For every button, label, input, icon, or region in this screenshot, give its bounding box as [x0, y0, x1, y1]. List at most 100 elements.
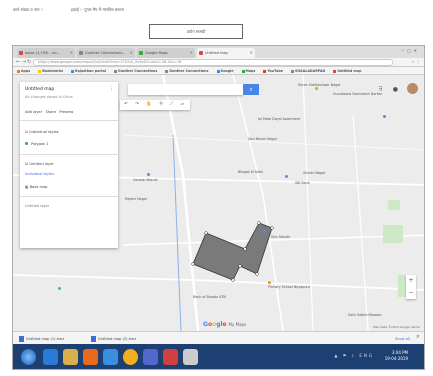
browser-menu-icon[interactable]: ☆ ⋮: [411, 59, 420, 64]
app-icon[interactable]: [183, 349, 198, 365]
screenshot-frame: Inbox (1,199) - nic... × Gunther Connect…: [12, 45, 425, 370]
browser-tab-bar: Inbox (1,199) - nic... × Gunther Connect…: [13, 46, 424, 58]
close-icon[interactable]: ×: [130, 48, 133, 58]
avatar[interactable]: [407, 83, 418, 94]
layer-style-label: Individual styles: [29, 130, 59, 134]
bookmark-item[interactable]: SHAALADARPAN: [291, 69, 325, 73]
show-all-link[interactable]: Show all: [395, 335, 410, 343]
map-label: Ganesh Mandir: [133, 178, 158, 182]
more-options-icon[interactable]: ⋮: [109, 86, 114, 92]
url-field[interactable]: https://www.google.com/maps/d/u/0/edit?m…: [33, 59, 393, 66]
bookmark-item[interactable]: Maps: [241, 69, 256, 73]
layer-item-row[interactable]: Polygon 1: [25, 142, 49, 146]
layer-style-row[interactable]: ☑ Individual styles: [25, 130, 59, 134]
bookmark-label: Maps: [245, 69, 256, 73]
clock-date: 19-04-2019: [384, 356, 408, 361]
bookmark-item[interactable]: Gunther Connections: [114, 69, 157, 73]
drawing-toolbar[interactable]: ↶ ↷ ✋ ⚲ ⟋ ▱: [120, 100, 190, 110]
bookmark-item[interactable]: Gunther Connections: [165, 69, 208, 73]
save-status: All changes saved in Drive: [25, 95, 73, 99]
tab-google-maps[interactable]: Google Maps ×: [137, 48, 195, 58]
page-icon: [165, 69, 169, 73]
bookmark-item[interactable]: Untitled map: [333, 69, 361, 73]
map-label: Primary School Nayapura: [268, 285, 310, 289]
zoom-controls[interactable]: + −: [406, 275, 416, 299]
search-icon[interactable]: ⌕: [243, 84, 259, 95]
individual-styles-link[interactable]: Individual styles: [25, 172, 54, 176]
bookmark-item[interactable]: Rajasthan portal: [71, 69, 106, 73]
bookmarks-bar: Apps Bookmarks Rajasthan portal Gunther …: [13, 67, 424, 75]
bookmark-item[interactable]: YouTube: [263, 69, 283, 73]
close-icon[interactable]: ×: [70, 48, 73, 58]
share-button[interactable]: Share: [46, 110, 56, 114]
my-maps-suffix: My Maps: [228, 322, 247, 327]
excel-icon[interactable]: [103, 349, 118, 365]
start-button-icon[interactable]: [21, 349, 36, 365]
place-marker-icon[interactable]: [383, 115, 386, 118]
bookmark-label: Apps: [21, 69, 31, 73]
apps-grid-icon[interactable]: ⠿ ●: [378, 86, 402, 93]
forward-icon[interactable]: →: [22, 59, 26, 65]
panel-divider: [20, 120, 118, 121]
map-label: Shree Siddheshwar Nagar: [298, 83, 341, 87]
tab-inbox[interactable]: Inbox (1,199) - nic... ×: [17, 48, 75, 58]
preview-button[interactable]: Preview: [59, 110, 73, 114]
zoom-out-icon[interactable]: −: [406, 287, 416, 299]
checkbox-icon[interactable]: ☑: [25, 162, 28, 166]
add-layer-button[interactable]: Add layer: [25, 110, 42, 114]
bookmark-item[interactable]: Google: [216, 69, 233, 73]
checkbox-icon[interactable]: ☑: [25, 130, 28, 134]
language-indicator[interactable]: ENG: [359, 353, 374, 358]
close-icon[interactable]: ×: [190, 48, 193, 58]
map-label: Bank of Baroda ATM: [193, 295, 227, 299]
extra-layer-row[interactable]: Untitled layer: [25, 204, 49, 208]
map-search-input[interactable]: ⌕: [128, 84, 259, 95]
layer-color-icon: [25, 142, 28, 145]
internet-explorer-icon[interactable]: [43, 349, 58, 365]
my-maps-panel: Untitled map ⋮ All changes saved in Driv…: [20, 82, 118, 248]
window-controls[interactable]: ‒▢✕: [401, 48, 420, 53]
second-layer-title[interactable]: ☑ Untitled layer: [25, 162, 54, 166]
reload-icon[interactable]: ↻: [27, 59, 31, 65]
maps-icon: [139, 51, 143, 55]
panel-actions: Add layer Share Preview: [25, 110, 73, 114]
my-maps-icon: [199, 51, 203, 55]
place-marker-icon[interactable]: [268, 281, 271, 284]
place-marker-icon[interactable]: [263, 230, 266, 233]
media-player-icon[interactable]: [83, 349, 98, 365]
place-marker-icon[interactable]: [58, 287, 61, 290]
map-canvas[interactable]: Shree Siddheshwar Nagar Gurudwara Dashme…: [13, 75, 424, 331]
page-icon: [79, 51, 83, 55]
apps-icon: [17, 69, 20, 73]
gmail-icon: [19, 51, 23, 55]
close-icon[interactable]: ×: [250, 48, 253, 58]
map-title[interactable]: Untitled map: [25, 87, 54, 92]
back-icon[interactable]: ←: [16, 59, 20, 65]
document-label-right: इकाई :- गूगल मैप में मानचित्र बनाना: [70, 7, 124, 12]
bookmark-label: Untitled map: [337, 69, 362, 73]
download-item[interactable]: Untitled map (1).kmz: [19, 335, 64, 343]
system-tray[interactable]: ▲ ⚑ ♪ ENG: [334, 353, 374, 358]
bookmark-apps[interactable]: Apps: [17, 69, 30, 73]
place-marker-icon[interactable]: [285, 175, 288, 178]
bookmark-item[interactable]: Bookmarks: [38, 69, 63, 73]
place-marker-icon[interactable]: [315, 87, 318, 90]
app-icon[interactable]: [143, 349, 158, 365]
close-icon[interactable]: ×: [416, 334, 420, 340]
download-item[interactable]: Untitled map (2).kmz: [91, 335, 136, 343]
map-label: Shiv Mandir: [271, 235, 291, 239]
clock[interactable]: 3:04 PM 19-04-2019: [385, 350, 408, 362]
zoom-in-icon[interactable]: +: [406, 275, 416, 287]
base-map-row[interactable]: ▦ Base map: [25, 185, 47, 189]
tab-gunther[interactable]: Gunther Connections... ×: [77, 48, 135, 58]
tab-untitled-map[interactable]: Untitled map ×: [197, 48, 255, 58]
place-marker-icon[interactable]: [147, 173, 150, 176]
bookmark-label: YouTube: [267, 69, 283, 73]
chrome-icon[interactable]: [123, 349, 138, 365]
document-label-left: कार्य संख्या व नाम :-: [13, 7, 44, 12]
file-explorer-icon[interactable]: [63, 349, 78, 365]
tab-label: Gunther Connections...: [85, 51, 126, 55]
map-attribution: Map data ©2019 Google Terms: [373, 325, 420, 329]
paint-icon[interactable]: [163, 349, 178, 365]
google-icon: [216, 69, 220, 73]
